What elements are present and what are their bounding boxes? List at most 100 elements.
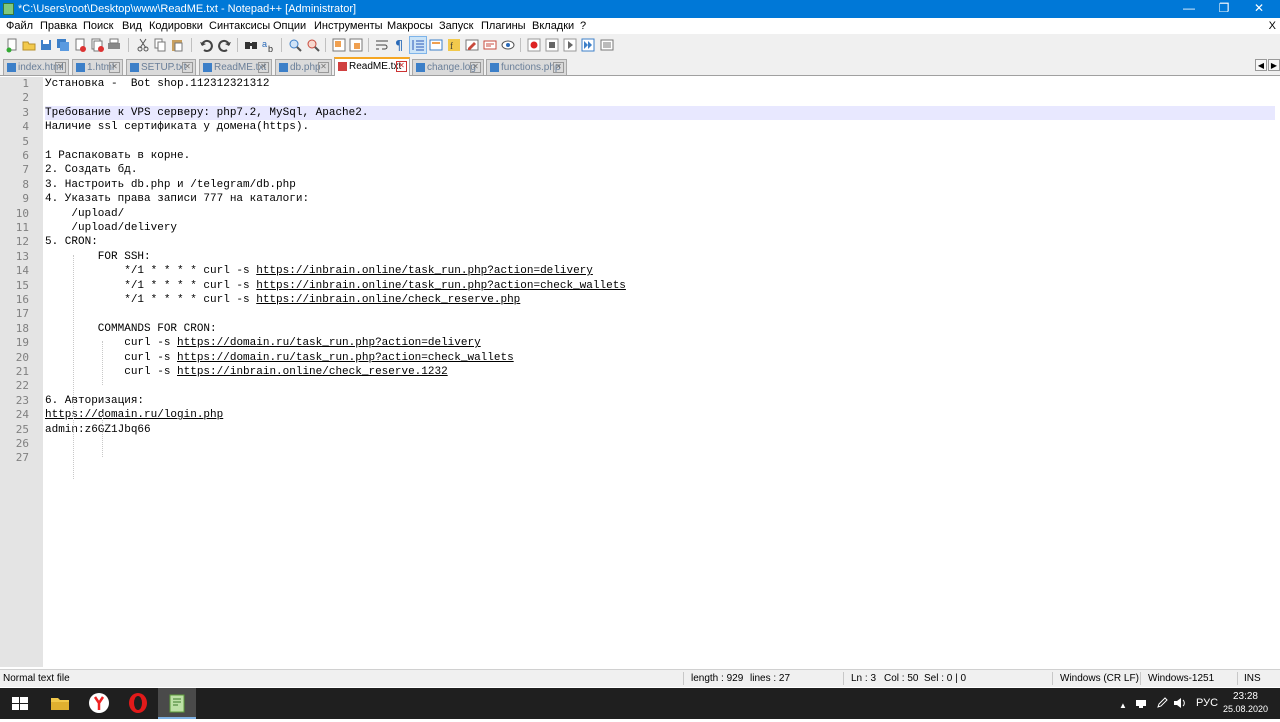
menu-run[interactable]: Запуск: [439, 19, 473, 33]
hyperlink[interactable]: https://domain.ru/login.php: [45, 409, 223, 421]
editor-area[interactable]: 1 2 3 4 5 6 7 8 9 10 11 12 13 14 15 16 17 18 19 20 21 22 23 24 2…: [0, 77, 1280, 667]
text-line[interactable]: */1 * * * * curl -s https://inbrain.onli…: [45, 293, 1275, 307]
text-line[interactable]: https://domain.ru/login.php: [45, 408, 1275, 422]
tab-change-log[interactable]: change.log ✕: [412, 59, 484, 75]
save-macro-icon[interactable]: [599, 37, 615, 53]
menu-tools[interactable]: Инструменты: [314, 19, 383, 33]
text-line[interactable]: 6. Авторизация:: [45, 394, 1275, 408]
menu-file[interactable]: Файл: [6, 19, 33, 33]
tab-db-php[interactable]: db.php ✕: [275, 59, 332, 75]
text-line[interactable]: curl -s https://domain.ru/task_run.php?a…: [45, 336, 1275, 350]
menu-options[interactable]: Опции: [273, 19, 306, 33]
sync-horizontal-icon[interactable]: [348, 37, 364, 53]
hyperlink[interactable]: https://domain.ru/task_run.php?action=de…: [177, 337, 481, 349]
word-wrap-icon[interactable]: [374, 37, 390, 53]
copy-icon[interactable]: [152, 37, 168, 53]
tab-functions-php[interactable]: functions.php ✕: [486, 59, 567, 75]
text-line[interactable]: curl -s https://domain.ru/task_run.php?a…: [45, 351, 1275, 365]
yandex-browser-button[interactable]: [80, 688, 118, 719]
opera-browser-button[interactable]: [119, 688, 157, 719]
clock[interactable]: 23:28 25.08.2020: [1223, 690, 1268, 715]
menu-tabs[interactable]: Вкладки: [532, 19, 574, 33]
text-line[interactable]: /upload/delivery: [45, 221, 1275, 235]
file-explorer-button[interactable]: [41, 688, 79, 719]
text-line[interactable]: /upload/: [45, 207, 1275, 221]
show-all-chars-icon[interactable]: ¶: [391, 37, 407, 54]
network-icon[interactable]: [1135, 697, 1149, 709]
hyperlink[interactable]: https://domain.ru/task_run.php?action=ch…: [177, 352, 514, 364]
text-line[interactable]: FOR SSH:: [45, 250, 1275, 264]
tab-close-icon[interactable]: ✕: [55, 62, 66, 73]
text-line[interactable]: 2. Создать бд.: [45, 163, 1275, 177]
text-line[interactable]: */1 * * * * curl -s https://inbrain.onli…: [45, 279, 1275, 293]
menu-search[interactable]: Поиск: [83, 19, 113, 33]
menu-encoding[interactable]: Кодировки: [149, 19, 203, 33]
replace-icon[interactable]: ab: [261, 37, 277, 54]
text-line[interactable]: curl -s https://inbrain.online/check_res…: [45, 365, 1275, 379]
tab-readme-txt-active[interactable]: ReadME.txt ✕: [334, 57, 410, 76]
monitoring-icon[interactable]: [500, 37, 516, 53]
hyperlink[interactable]: https://inbrain.online/check_reserve.123…: [177, 366, 448, 378]
record-macro-icon[interactable]: [526, 37, 542, 53]
sync-vertical-icon[interactable]: [331, 37, 347, 53]
text-line[interactable]: 1 Распаковать в корне.: [45, 149, 1275, 163]
start-button[interactable]: [0, 688, 40, 719]
tab-close-icon[interactable]: ✕: [553, 62, 564, 73]
tab-close-icon[interactable]: ✕: [182, 62, 193, 73]
tab-1-html[interactable]: 1.html ✕: [72, 59, 123, 75]
text-line[interactable]: admin:z6GZ1Jbq66: [45, 423, 1275, 437]
indent-guide-icon[interactable]: [409, 36, 427, 54]
document-map-icon[interactable]: [482, 37, 498, 53]
text-line[interactable]: [45, 451, 1275, 465]
text-line[interactable]: 4. Указать права записи 777 на каталоги:: [45, 192, 1275, 206]
tab-close-icon[interactable]: ✕: [396, 61, 407, 72]
zoom-in-icon[interactable]: [287, 37, 303, 53]
text-line[interactable]: 3. Настроить db.php и /telegram/db.php: [45, 178, 1275, 192]
menu-view[interactable]: Вид: [122, 19, 142, 33]
volume-icon[interactable]: [1173, 697, 1187, 709]
text-line[interactable]: 5. CRON:: [45, 235, 1275, 249]
menu-plugins[interactable]: Плагины: [481, 19, 526, 33]
print-icon[interactable]: [106, 37, 122, 53]
zoom-out-icon[interactable]: [305, 37, 321, 53]
stop-record-icon[interactable]: [544, 37, 560, 53]
tab-close-icon[interactable]: ✕: [109, 62, 120, 73]
paste-icon[interactable]: [169, 37, 185, 53]
text-line[interactable]: */1 * * * * curl -s https://inbrain.onli…: [45, 264, 1275, 278]
minimize-button[interactable]: —: [1172, 0, 1206, 18]
close-button[interactable]: ✕: [1242, 0, 1276, 18]
input-language-indicator[interactable]: РУС: [1196, 697, 1218, 710]
save-icon[interactable]: [38, 37, 54, 53]
function-list-icon[interactable]: f: [446, 37, 462, 53]
open-file-icon[interactable]: [21, 37, 37, 53]
tab-index-html[interactable]: index.html ✕: [3, 59, 69, 75]
undo-icon[interactable]: [198, 37, 214, 53]
folder-workspace-icon[interactable]: [464, 37, 480, 53]
menu-syntax[interactable]: Синтаксисы: [209, 19, 270, 33]
pen-icon[interactable]: [1156, 697, 1168, 709]
run-multiple-icon[interactable]: [580, 37, 596, 53]
save-all-icon[interactable]: [55, 37, 71, 53]
notepad-plus-plus-button[interactable]: [158, 688, 196, 719]
hyperlink[interactable]: https://inbrain.online/check_reserve.php: [256, 294, 520, 306]
close-document-button[interactable]: X: [1269, 19, 1276, 33]
tab-setup-txt[interactable]: SETUP.txt ✕: [126, 59, 196, 75]
find-icon[interactable]: [243, 37, 259, 53]
redo-icon[interactable]: [217, 37, 233, 53]
tab-close-icon[interactable]: ✕: [258, 62, 269, 73]
cut-icon[interactable]: [135, 37, 151, 53]
tab-scroll-left-icon[interactable]: ◀: [1255, 59, 1267, 71]
text-line[interactable]: Наличие ssl сертификата у домена(https).: [45, 120, 1275, 134]
menu-help[interactable]: ?: [580, 19, 586, 33]
tab-scroll-right-icon[interactable]: ▶: [1268, 59, 1280, 71]
tab-close-icon[interactable]: ✕: [470, 62, 481, 73]
close-icon[interactable]: [72, 37, 88, 53]
maximize-button[interactable]: ❐: [1207, 0, 1241, 18]
tab-close-icon[interactable]: ✕: [318, 62, 329, 73]
hyperlink[interactable]: https://inbrain.online/task_run.php?acti…: [256, 265, 593, 277]
menu-macros[interactable]: Макросы: [387, 19, 433, 33]
text-line[interactable]: Установка - Bot shop.112312321312: [45, 77, 1275, 91]
text-line[interactable]: Требование к VPS серверу: php7.2, MySql,…: [45, 105, 1275, 121]
user-language-icon[interactable]: [428, 37, 444, 53]
text-line[interactable]: [45, 91, 1275, 105]
